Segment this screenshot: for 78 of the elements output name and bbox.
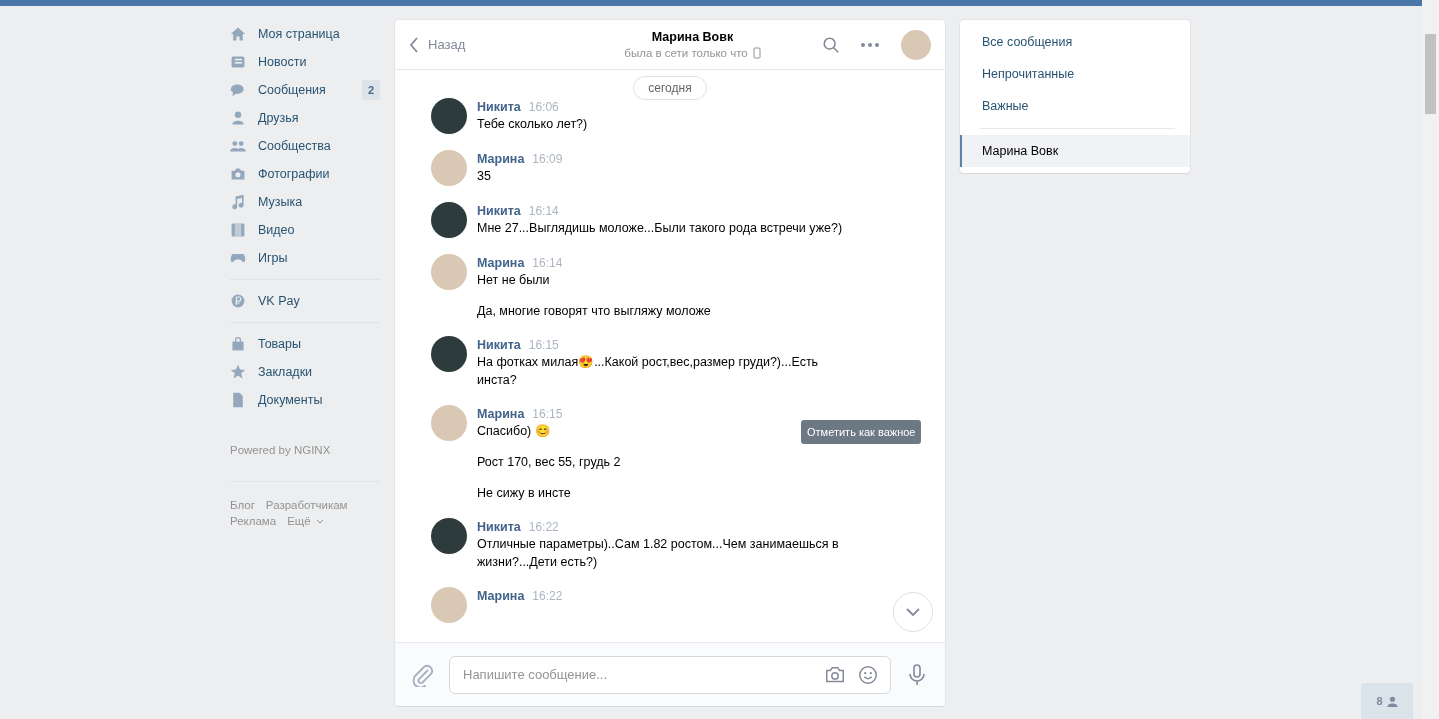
sidebar-item[interactable]: Музыка [230,188,380,216]
message-text: На фотках милая😍...Какой рост,вес,размер груди?)...Есть инста? [477,354,820,389]
scroll-down-button[interactable] [893,592,933,632]
camera-icon [230,166,246,182]
sidebar-item[interactable]: Документы [230,386,380,414]
phone-icon [752,47,761,59]
sidebar-item[interactable]: Закладки [230,358,380,386]
scrollbar[interactable] [1422,0,1439,719]
sidebar-item[interactable]: Игры [230,244,380,272]
music-note-icon [230,194,246,210]
sidebar-item[interactable]: Новости [230,48,380,76]
newspaper-icon [230,54,246,70]
author-name[interactable]: Никита [477,204,521,218]
sidebar-item[interactable]: Видео [230,216,380,244]
message-time: 16:22 [528,520,559,534]
message-text: Отличные параметры)..Сам 1.82 ростом...Чем занимаешься в жизни?...Дети есть?) [477,536,840,571]
message-time: 16:15 [528,338,559,352]
author-name[interactable]: Марина [477,589,525,603]
count-badge: 2 [361,80,380,100]
tooltip: Отметить как важное [801,420,922,444]
filter-item[interactable]: Важные [960,90,1190,122]
caret-icon [315,518,324,524]
filter-item[interactable]: Непрочитанные [960,58,1190,90]
sidebar-item[interactable]: Сообщения 2 [230,76,380,104]
avatar[interactable] [431,98,467,134]
message-text: Да, многие говорят что выгляжу моложе [477,303,711,320]
person-icon [1386,695,1398,707]
chevron-down-icon [906,608,920,616]
home-icon [230,26,246,42]
message-time: 16:15 [532,407,563,421]
author-name[interactable]: Никита [477,100,521,114]
message-text: Нет не были [477,272,551,289]
author-name[interactable]: Никита [477,338,521,352]
sidebar-item[interactable]: VK Pay [230,287,380,315]
search-icon[interactable] [822,35,840,54]
message-time: 16:06 [528,100,559,114]
powered-by-text: Powered by NGINX [230,444,332,456]
author-name[interactable]: Марина [477,407,525,421]
avatar[interactable] [431,202,467,238]
back-link[interactable]: Назад [409,36,579,53]
message-text: Спасибо) 😊 [477,423,552,440]
paperclip-icon[interactable] [411,662,435,687]
message-text: Рост 170, вес 55, грудь 2 [477,454,621,471]
message-time: 16:22 [532,589,563,603]
conversation-item[interactable]: Марина Вовк [960,135,1190,167]
message-text: Тебе сколько лет?) [477,116,588,133]
message-text: 35 [477,168,492,185]
message-text: Не сижу в инсте [477,485,572,502]
person-icon [230,110,246,126]
bag-icon [230,336,246,352]
message-time: 16:14 [532,256,563,270]
message-time: 16:09 [532,152,563,166]
online-status: была в сети только что [624,47,748,59]
date-pill: сегодня [633,76,707,100]
chat-title[interactable]: Марина Вовк [651,30,734,44]
filter-item[interactable]: Все сообщения [960,26,1190,58]
document-icon [230,392,246,408]
message-time: 16:14 [528,204,559,218]
more-icon[interactable] [860,41,880,48]
sidebar-item[interactable]: Друзья [230,104,380,132]
ruble-coin-icon [230,293,246,309]
avatar[interactable] [431,336,467,372]
avatar[interactable] [431,518,467,554]
author-name[interactable]: Марина [477,152,525,166]
message-text: Мне 27...Выглядишь моложе...Были такого рода встречи уже?) [477,220,843,237]
smiley-icon[interactable] [857,663,879,686]
sidebar-item[interactable]: Товары [230,330,380,358]
chevron-left-icon [409,36,419,53]
chat-bubbles-icon [230,82,246,98]
message-input-field[interactable]: Напишите сообщение... [449,655,891,694]
sidebar-item[interactable]: Моя страница [230,20,380,48]
film-icon [230,222,246,238]
author-name[interactable]: Марина [477,256,525,270]
author-name[interactable]: Никита [477,520,521,534]
sidebar-item[interactable]: Фотографии [230,160,380,188]
star-icon [230,364,246,380]
people-icon [230,138,246,154]
sidebar-item[interactable]: Сообщества [230,132,380,160]
